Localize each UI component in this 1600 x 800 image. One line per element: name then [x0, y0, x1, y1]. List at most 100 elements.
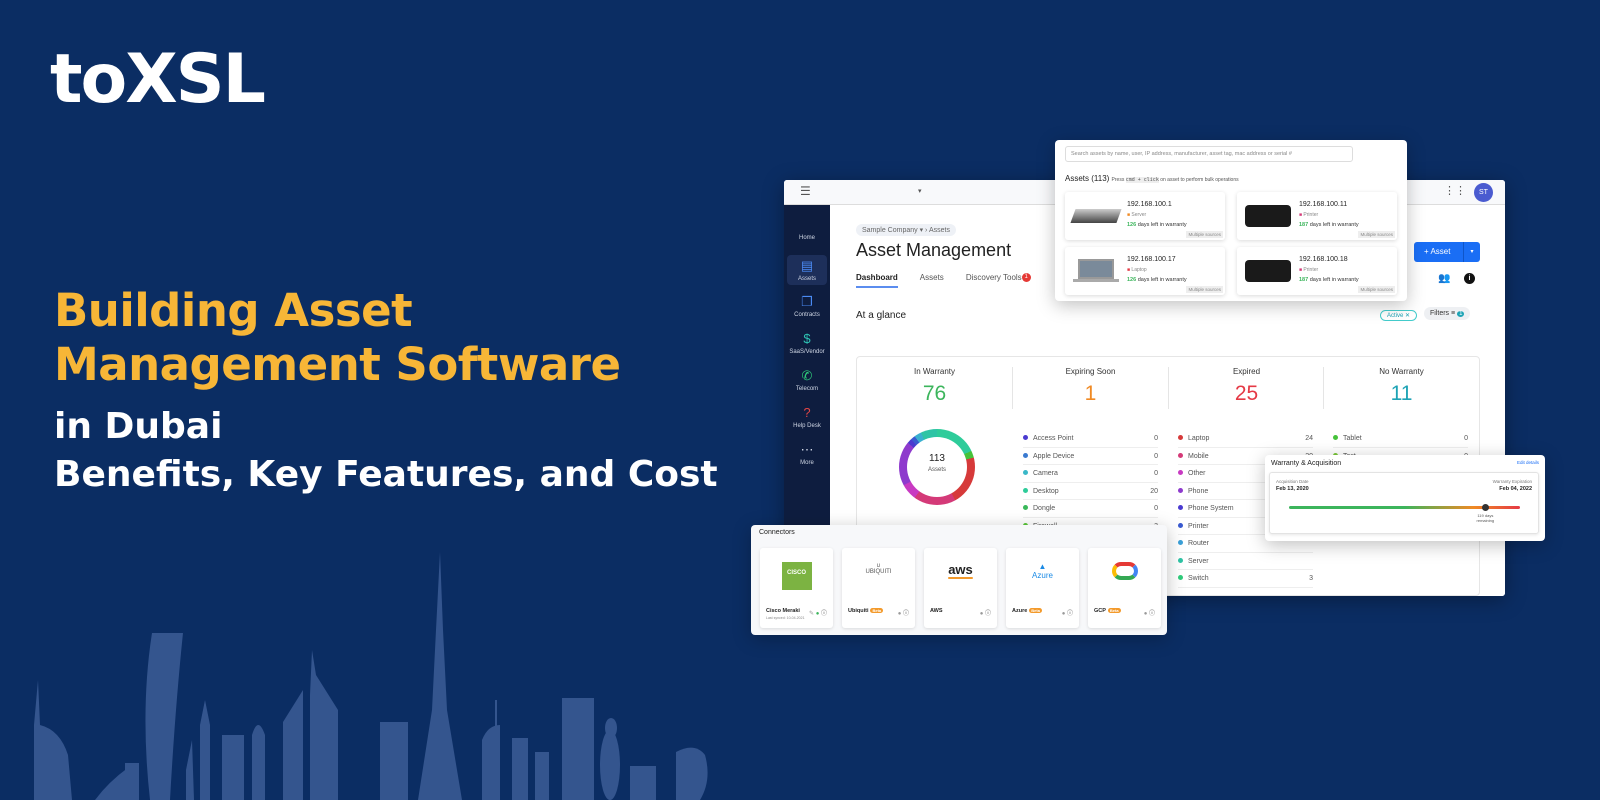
asset-card[interactable]: 192.168.100.18 ■ Printer 187 days left in … — [1237, 247, 1397, 295]
stat-no-warranty[interactable]: No Warranty 11 — [1324, 367, 1479, 406]
hamburger-menu-icon[interactable]: ☰ — [800, 184, 811, 198]
sidebar-item-more[interactable]: ⋯ More — [787, 442, 827, 466]
source-badge: Multiple sources — [1186, 231, 1223, 238]
legend-label: Access Point — [1023, 430, 1073, 447]
connector-card-gcp[interactable]: GCP Beta ● ⓘ — [1088, 548, 1161, 628]
edit-details-link[interactable]: Edit details — [1517, 460, 1539, 465]
legend-item[interactable]: Tablet 0 — [1333, 430, 1468, 448]
connector-card-ubiquiti[interactable]: ∪ UBIQUITI Ubiquiti Beta ● ⓘ — [842, 548, 915, 628]
legend-item[interactable]: Server — [1178, 553, 1313, 570]
warranty-title: Warranty & Acquisition — [1271, 460, 1342, 467]
source-badge: Multiple sources — [1186, 286, 1223, 293]
cisco-meraki-logo: CISCO — [760, 562, 833, 590]
remove-filter-icon[interactable]: ✕ — [1405, 313, 1410, 319]
stat-value: 76 — [922, 382, 947, 405]
sidebar-item-telecom[interactable]: ✆ Telecom — [787, 368, 827, 392]
legend-count: 3 — [1309, 575, 1313, 582]
sidebar-label: Home — [798, 235, 815, 241]
legend-dot-icon — [1023, 452, 1028, 458]
stat-expiring-soon[interactable]: Expiring Soon 1 — [1013, 367, 1168, 406]
toxsl-logo: toXSL — [50, 40, 266, 119]
connector-name: AWS — [930, 608, 943, 614]
user-avatar[interactable]: ST — [1474, 183, 1493, 202]
beta-badge: Beta — [870, 608, 884, 613]
connector-card-azure[interactable]: ▲ Azure Azure Beta ● ⓘ — [1006, 548, 1079, 628]
breadcrumb-company[interactable]: Sample Company — [862, 227, 918, 234]
stat-label: Expired — [1232, 367, 1261, 376]
legend-dot-icon — [1023, 487, 1028, 493]
sidebar-item-saas-vendor[interactable]: $ SaaS/Vendor — [787, 331, 827, 355]
connector-card-cisco-meraki[interactable]: CISCO Cisco Meraki Last synced: 10-04-2021… — [760, 548, 833, 628]
legend-label: Tablet — [1333, 430, 1362, 447]
connector-status-icons[interactable]: ● ⓘ — [1144, 608, 1155, 617]
printer-image — [1245, 257, 1291, 285]
headline-line-2: Management Software — [54, 338, 621, 391]
headline-line-1: Building Asset — [54, 284, 413, 337]
legend-count: 0 — [1464, 435, 1468, 442]
stat-value: 11 — [1390, 382, 1413, 405]
asset-ip: 192.168.100.11 — [1299, 201, 1348, 208]
legend-item[interactable]: Camera 0 — [1023, 465, 1158, 483]
legend-label: Printer — [1178, 518, 1209, 535]
legend-dot-icon — [1178, 470, 1183, 475]
legend-item[interactable]: Laptop 24 — [1178, 430, 1313, 448]
active-filter-chip[interactable]: Active ✕ — [1380, 310, 1418, 321]
asset-card[interactable]: 192.168.100.11 ■ Printer 187 days left in … — [1237, 192, 1397, 240]
tab-assets[interactable]: Assets — [920, 273, 944, 288]
filters-label: Filters — [1430, 310, 1450, 317]
apps-grid-icon[interactable]: ⋮⋮ — [1444, 184, 1466, 197]
donut-total: 113 — [929, 453, 945, 464]
source-badge: Multiple sources — [1358, 231, 1395, 238]
connector-status-icons[interactable]: ● ⓘ — [1062, 608, 1073, 617]
days-remaining: 119 days remaining — [1476, 513, 1495, 523]
legend-dot-icon — [1178, 557, 1183, 563]
sidebar-item-contracts[interactable]: ❐ Contracts — [787, 294, 827, 318]
printer-image — [1245, 202, 1291, 230]
stat-in-warranty[interactable]: In Warranty 76 — [857, 367, 1012, 406]
asset-search-input[interactable]: Search assets by name, user, IP address,… — [1065, 146, 1353, 162]
connector-card-aws[interactable]: aws AWS ● ⓘ — [924, 548, 997, 628]
legend-dot-icon — [1023, 505, 1028, 510]
legend-label: Server — [1178, 553, 1209, 570]
connector-status-icons[interactable]: ● ⓘ — [980, 608, 991, 617]
sidebar-item-home[interactable]: Home — [787, 235, 827, 241]
tab-label: Discovery Tools — [965, 273, 1022, 282]
section-title: At a glance — [856, 310, 907, 321]
add-asset-button[interactable]: + Asset ▾ — [1414, 242, 1480, 262]
asset-ip: 192.168.100.17 — [1127, 256, 1176, 263]
sidebar-item-assets[interactable]: ▤ Assets — [787, 255, 827, 285]
company-dropdown-caret-icon[interactable]: ▾ — [918, 187, 922, 195]
legend-item[interactable]: Dongle 0 — [1023, 500, 1158, 518]
asset-type: ■ Laptop — [1127, 267, 1147, 273]
add-asset-label: + Asset — [1424, 247, 1451, 256]
info-icon[interactable]: i — [1464, 273, 1475, 284]
add-asset-dropdown-icon[interactable]: ▾ — [1463, 242, 1480, 262]
box-icon: ▤ — [800, 258, 814, 273]
filter-icon: ≡ — [1451, 310, 1456, 317]
legend-item[interactable]: Apple Device 0 — [1023, 448, 1158, 465]
people-icon[interactable]: 👥 — [1438, 273, 1450, 284]
asset-card[interactable]: 192.168.100.17 ■ Laptop 126 days left in w… — [1065, 247, 1225, 295]
warranty-days: 126 days left in warranty — [1127, 222, 1187, 228]
legend-item[interactable]: Switch 3 — [1178, 570, 1313, 588]
legend-label: Phone System — [1178, 500, 1234, 517]
page-title: Asset Management — [856, 240, 1012, 260]
asset-card[interactable]: 192.168.100.1 ■ Server 126 days left in wa… — [1065, 192, 1225, 240]
sidebar-item-help-desk[interactable]: ? Help Desk — [787, 405, 827, 429]
filters-button[interactable]: Filters ≡ 1 — [1424, 307, 1471, 320]
stat-value: 25 — [1234, 382, 1259, 405]
legend-label: Laptop — [1178, 430, 1209, 447]
breadcrumb-page[interactable]: Assets — [929, 227, 950, 234]
tab-discovery-tools[interactable]: Discovery Tools 1 — [966, 273, 1031, 288]
expiration-date: Feb 04, 2022 — [1499, 486, 1532, 492]
connector-status-icons[interactable]: ✎ ● ⓘ — [809, 608, 827, 617]
asset-type: ■ Server — [1127, 212, 1147, 218]
legend-item[interactable]: Access Point 0 — [1023, 430, 1158, 448]
legend-item[interactable]: Desktop 20 — [1023, 483, 1158, 500]
stat-expired[interactable]: Expired 25 — [1169, 367, 1324, 406]
connector-status-icons[interactable]: ● ⓘ — [898, 608, 909, 617]
tab-bar: Dashboard Assets Discovery Tools 1 — [856, 273, 1031, 288]
tab-dashboard[interactable]: Dashboard — [856, 273, 898, 288]
asset-search-popup: Search assets by name, user, IP address,… — [1055, 140, 1407, 301]
warranty-days: 126 days left in warranty — [1127, 277, 1187, 283]
